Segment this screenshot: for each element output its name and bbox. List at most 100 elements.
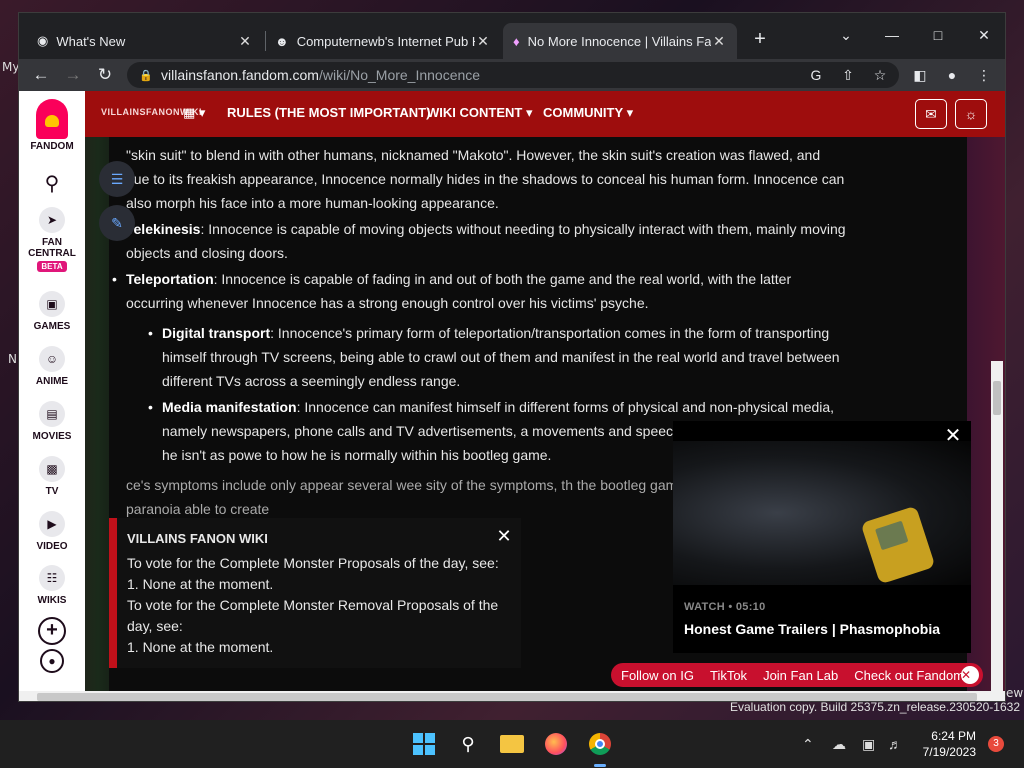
fandom-logo-label: FANDOM bbox=[30, 141, 74, 152]
rail-anime[interactable]: ☺ ANIME bbox=[19, 346, 85, 387]
chevron-down-icon: ▾ bbox=[626, 105, 634, 120]
nav-community[interactable]: COMMUNITY ▾ bbox=[543, 105, 633, 121]
new-tab-button[interactable]: + bbox=[747, 28, 773, 51]
close-icon[interactable]: ✕ bbox=[237, 33, 253, 50]
wiki-notice-banner: VILLAINS FANON WIKI To vote for the Comp… bbox=[109, 518, 521, 668]
close-icon[interactable]: ✕ bbox=[711, 33, 727, 50]
fandom-logo[interactable]: FANDOM bbox=[19, 99, 85, 152]
share-icon[interactable]: ⇧ bbox=[837, 64, 859, 86]
explore-icon: ▦ bbox=[183, 105, 196, 120]
url-host: villainsfanon.fandom.com bbox=[161, 67, 319, 83]
social-bar-close-button[interactable]: ✕ bbox=[961, 666, 979, 684]
notification-badge[interactable]: 3 bbox=[988, 736, 1004, 752]
folder-icon bbox=[500, 735, 524, 753]
network-icon[interactable]: ☁ bbox=[832, 736, 846, 753]
back-button[interactable]: ← bbox=[29, 63, 53, 87]
close-icon: ✕ bbox=[496, 526, 512, 546]
rail-label: FAN CENTRAL bbox=[28, 237, 76, 259]
rail-label: ANIME bbox=[35, 376, 69, 387]
video-thumbnail[interactable] bbox=[673, 441, 971, 585]
rail-create-wiki[interactable]: + bbox=[19, 617, 85, 645]
pencil-icon: ✎ bbox=[111, 214, 123, 231]
close-icon: ✕ bbox=[944, 425, 962, 447]
lock-icon: 🔒 bbox=[139, 70, 153, 82]
chevron-down-icon: ▾ bbox=[525, 105, 533, 120]
tab-title: What's New bbox=[56, 33, 126, 49]
table-of-contents-button[interactable]: ☰ bbox=[99, 161, 135, 197]
clock-date: 7/19/2023 bbox=[922, 745, 976, 759]
close-window-button[interactable]: ✕ bbox=[961, 21, 1005, 49]
tab-title: No More Innocence | Villains Fan bbox=[527, 33, 711, 49]
thermometer-device bbox=[860, 505, 936, 585]
nav-wiki-content[interactable]: WIKI CONTENT ▾ bbox=[427, 105, 532, 121]
maximize-button[interactable]: □ bbox=[915, 21, 961, 49]
google-icon[interactable]: G bbox=[805, 64, 827, 86]
list-item: Teleportation: Innocence is capable of f… bbox=[112, 267, 846, 315]
chevron-down-icon: ⌄ bbox=[840, 26, 852, 43]
discussions-button[interactable]: ✉ bbox=[915, 99, 947, 129]
forward-button[interactable]: → bbox=[61, 63, 85, 87]
address-bar[interactable]: 🔒 villainsfanon.fandom.com/wiki/No_More_… bbox=[127, 62, 899, 88]
theme-toggle-button[interactable]: ☼ bbox=[955, 99, 987, 129]
profile-icon[interactable]: ● bbox=[941, 64, 963, 86]
check-out-fandom-link[interactable]: Check out Fandom bbox=[854, 668, 964, 683]
taskbar: ⚲ ⌃ ☁ ▣ ♬ 6:24 PM 7/19/2023 3 bbox=[0, 720, 1024, 768]
tab-whats-new[interactable]: ◉ What's New ✕ bbox=[27, 23, 263, 59]
nav-label: WIKI CONTENT bbox=[427, 105, 523, 120]
rail-video[interactable]: ▶ VIDEO bbox=[19, 511, 85, 552]
sun-icon: ☼ bbox=[964, 106, 978, 122]
menu-kebab-icon[interactable]: ⋮ bbox=[973, 64, 995, 86]
file-explorer-button[interactable] bbox=[498, 730, 526, 758]
search-button[interactable]: ⚲ bbox=[454, 730, 482, 758]
side-panel-icon[interactable]: ◧ bbox=[909, 64, 931, 86]
rail-search[interactable]: ⚲ bbox=[19, 171, 85, 196]
chrome-button[interactable] bbox=[586, 730, 614, 758]
arrow-right-icon: → bbox=[64, 65, 82, 84]
notice-line: 1. None at the moment. bbox=[127, 576, 274, 592]
rail-games[interactable]: ▣ GAMES bbox=[19, 291, 85, 332]
bookmark-star-icon[interactable]: ☆ bbox=[869, 64, 891, 86]
tab-search-button[interactable]: ⌄ bbox=[823, 21, 869, 49]
reload-icon: ↻ bbox=[97, 65, 113, 84]
video-close-button[interactable]: ✕ bbox=[941, 423, 965, 447]
join-fan-lab-link[interactable]: Join Fan Lab bbox=[763, 668, 838, 683]
rail-label: VIDEO bbox=[36, 541, 68, 552]
rail-movies[interactable]: ▤ MOVIES bbox=[19, 401, 85, 442]
minimize-button[interactable]: — bbox=[869, 21, 915, 49]
definition: : Innocence is capable of moving objects… bbox=[126, 221, 846, 261]
nav-rules[interactable]: RULES (THE MOST IMPORTANT) bbox=[227, 105, 430, 120]
close-icon: ✕ bbox=[978, 26, 990, 43]
pub-icon: ☻ bbox=[275, 33, 289, 49]
vertical-scrollbar-thumb[interactable] bbox=[993, 381, 1001, 415]
system-clock[interactable]: 6:24 PM 7/19/2023 bbox=[920, 728, 976, 760]
notice-close-button[interactable]: ✕ bbox=[493, 526, 515, 548]
fandom-global-nav: FANDOM ⚲ ➤ FAN CENTRAL BETA ▣ GAMES ☺ ANI… bbox=[19, 91, 85, 701]
reload-button[interactable]: ↻ bbox=[93, 63, 117, 87]
start-button[interactable] bbox=[410, 730, 438, 758]
clock-time: 6:24 PM bbox=[931, 729, 976, 743]
arrow-left-icon: ← bbox=[32, 65, 50, 84]
tab-internet-pub[interactable]: ☻ Computernewb's Internet Pub H ✕ bbox=[265, 23, 501, 59]
chevron-up-icon[interactable]: ⌃ bbox=[802, 736, 814, 753]
tab-no-more-innocence[interactable]: ♦ No More Innocence | Villains Fan ✕ bbox=[503, 23, 737, 59]
notice-line: To vote for the Complete Monster Removal… bbox=[127, 597, 499, 634]
term: Telekinesis bbox=[126, 221, 201, 237]
close-icon[interactable]: ✕ bbox=[475, 33, 491, 50]
gamepad-icon: ▣ bbox=[39, 291, 65, 317]
volume-icon[interactable]: ♬ bbox=[888, 736, 902, 752]
rail-wikis[interactable]: ☷ WIKIS bbox=[19, 565, 85, 606]
browser-toolbar: ← → ↻ 🔒 villainsfanon.fandom.com/wiki/No… bbox=[19, 59, 1005, 91]
rail-fan-central[interactable]: ➤ FAN CENTRAL BETA bbox=[19, 207, 85, 272]
video-player[interactable]: ✕ WATCH • 05:10 Honest Game Trailers | P… bbox=[673, 421, 971, 653]
term: Digital transport bbox=[162, 325, 271, 341]
display-icon[interactable]: ▣ bbox=[862, 736, 875, 753]
explore-menu[interactable]: ▦ ▾ bbox=[183, 105, 205, 121]
follow-ig-link[interactable]: Follow on IG bbox=[621, 668, 694, 683]
rail-account[interactable]: ● bbox=[19, 649, 85, 673]
search-icon: ⚲ bbox=[461, 733, 475, 754]
video-title[interactable]: Honest Game Trailers | Phasmophobia bbox=[684, 621, 940, 637]
firefox-button[interactable] bbox=[542, 730, 570, 758]
edit-button[interactable]: ✎ bbox=[99, 205, 135, 241]
tiktok-link[interactable]: TikTok bbox=[710, 668, 747, 683]
rail-tv[interactable]: ▩ TV bbox=[19, 456, 85, 497]
